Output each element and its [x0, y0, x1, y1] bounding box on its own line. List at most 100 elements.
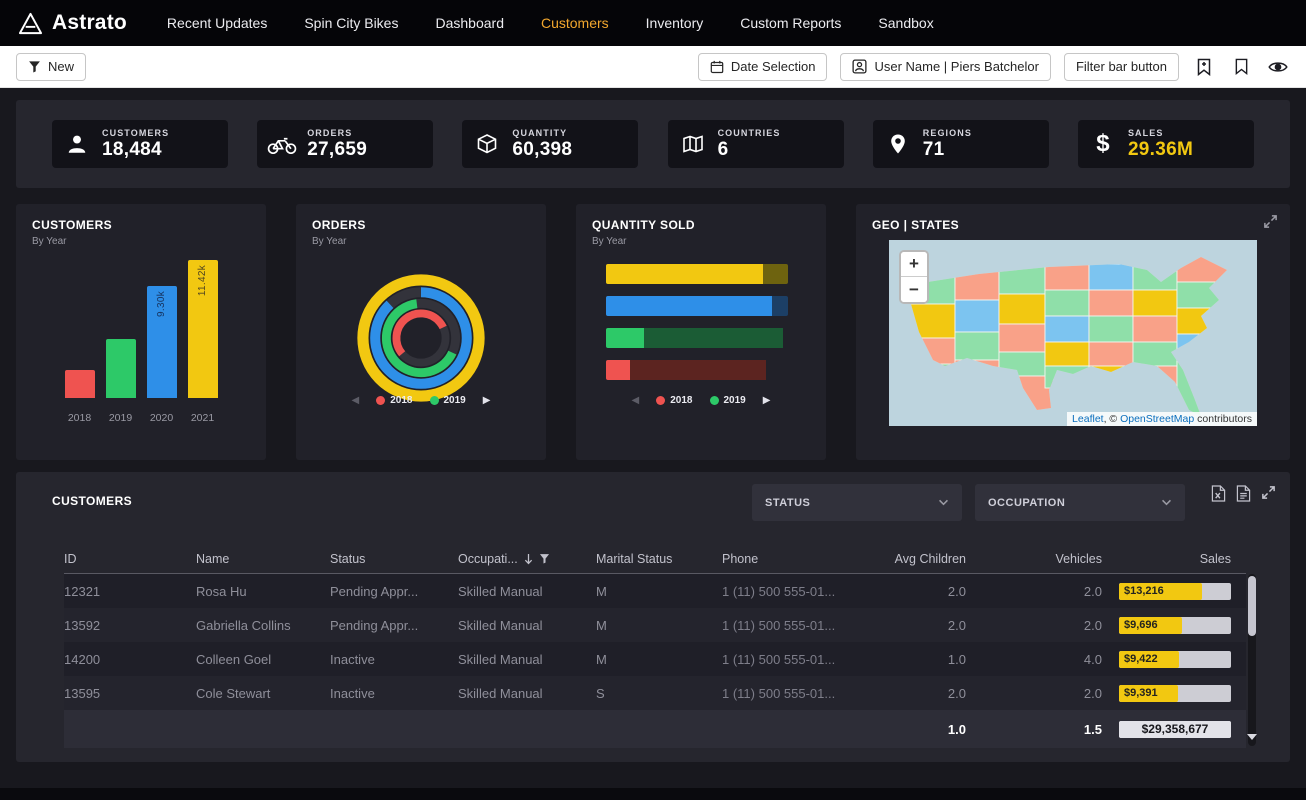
chart-legend: ◀ 2018 2019 ▶	[296, 395, 546, 406]
nav-item-inventory[interactable]: Inventory	[646, 15, 704, 31]
cell-sales: $9,391	[1102, 685, 1231, 702]
scroll-down-icon[interactable]	[1247, 734, 1257, 740]
export-excel-button[interactable]	[1211, 485, 1226, 507]
kpi-card-customers: CUSTOMERS18,484	[52, 120, 228, 168]
customers-by-year-chart: CUSTOMERS By Year 9.30k 11.42k 2018 2019…	[16, 204, 266, 460]
col-header-status[interactable]: Status	[330, 552, 458, 566]
customers-table-widget: CUSTOMERS STATUS OCCUPATION	[16, 472, 1290, 762]
dropdown-label: OCCUPATION	[988, 497, 1065, 509]
brand-name: Astrato	[52, 11, 127, 35]
user-badge-icon	[852, 59, 867, 74]
bar-2021[interactable]: 11.42k	[188, 260, 218, 398]
col-header-sales[interactable]: Sales	[1102, 552, 1231, 566]
legend-item-2019[interactable]: 2019	[430, 395, 466, 406]
kpi-label: ORDERS	[307, 128, 367, 138]
view-button[interactable]	[1266, 55, 1290, 79]
us-states-map[interactable]: + − Leaflet, © OpenStreetMap contributor…	[889, 240, 1257, 426]
col-header-vehicles[interactable]: Vehicles	[966, 552, 1102, 566]
col-header-name[interactable]: Name	[196, 552, 330, 566]
kpi-value: 29.36M	[1128, 139, 1193, 161]
cell-marital: M	[596, 652, 722, 667]
table-scrollbar[interactable]	[1248, 574, 1256, 746]
date-selection-button[interactable]: Date Selection	[698, 53, 828, 81]
bar-2019[interactable]	[106, 339, 136, 398]
col-header-occupation[interactable]: Occupati...	[458, 552, 596, 566]
legend-item-2018[interactable]: 2018	[376, 395, 412, 406]
legend-label: 2019	[444, 395, 466, 406]
legend-dot	[656, 396, 665, 405]
column-filter-icon[interactable]	[539, 553, 550, 564]
col-header-phone[interactable]: Phone	[722, 552, 862, 566]
legend-prev-icon[interactable]: ◀	[632, 395, 640, 406]
occupation-filter-dropdown[interactable]: OCCUPATION	[975, 484, 1185, 521]
sales-bar: $9,696	[1119, 617, 1231, 634]
table-row[interactable]: 12321 Rosa Hu Pending Appr... Skilled Ma…	[64, 574, 1246, 608]
donut-chart[interactable]	[354, 271, 488, 405]
hbar-2021[interactable]	[606, 264, 788, 284]
charts-row: CUSTOMERS By Year 9.30k 11.42k 2018 2019…	[16, 204, 1290, 460]
bar-2020[interactable]: 9.30k	[147, 286, 177, 398]
bar-2018[interactable]	[65, 370, 95, 398]
package-icon	[462, 133, 512, 155]
total-avg-children: 1.0	[862, 722, 966, 737]
table-title: CUSTOMERS	[52, 494, 132, 508]
cell-marital: M	[596, 584, 722, 599]
cell-vehicles: 2.0	[966, 686, 1102, 701]
filter-bar-button[interactable]: Filter bar button	[1064, 53, 1179, 81]
legend-prev-icon[interactable]: ◀	[352, 395, 360, 406]
kpi-card-countries: COUNTRIES6	[668, 120, 844, 168]
cell-avg-children: 2.0	[862, 686, 966, 701]
scrollbar-thumb[interactable]	[1248, 576, 1256, 636]
legend-item-2019[interactable]: 2019	[710, 395, 746, 406]
calendar-icon	[710, 60, 724, 74]
bookmark-add-button[interactable]	[1192, 55, 1216, 79]
filter-bar-label: Filter bar button	[1076, 59, 1167, 74]
table-totals-row: 1.0 1.5 $29,358,677	[64, 710, 1246, 748]
sort-desc-icon[interactable]	[524, 553, 533, 565]
hbar-2020[interactable]	[606, 296, 788, 316]
table-row[interactable]: 13595 Cole Stewart Inactive Skilled Manu…	[64, 676, 1246, 710]
astrato-app: Astrato Recent Updates Spin City Bikes D…	[0, 0, 1306, 800]
funnel-icon	[28, 60, 41, 73]
status-filter-dropdown[interactable]: STATUS	[752, 484, 962, 521]
new-filter-button[interactable]: New	[16, 53, 86, 81]
nav-item-custom-reports[interactable]: Custom Reports	[740, 15, 841, 31]
document-icon	[1236, 485, 1251, 502]
cell-avg-children: 2.0	[862, 618, 966, 633]
export-file-button[interactable]	[1236, 485, 1251, 507]
nav-item-customers[interactable]: Customers	[541, 15, 609, 31]
cell-id: 13595	[64, 686, 196, 701]
nav-item-recent-updates[interactable]: Recent Updates	[167, 15, 267, 31]
brand[interactable]: Astrato	[18, 11, 127, 36]
legend-next-icon[interactable]: ▶	[483, 395, 491, 406]
hbar-2018[interactable]	[606, 360, 788, 380]
col-header-avg-children[interactable]: Avg Children	[862, 552, 966, 566]
cell-marital: S	[596, 686, 722, 701]
legend-next-icon[interactable]: ▶	[763, 395, 771, 406]
col-header-id[interactable]: ID	[64, 552, 196, 566]
legend-item-2018[interactable]: 2018	[656, 395, 692, 406]
attribution-separator: , ©	[1104, 413, 1121, 425]
kpi-card-quantity: QUANTITY60,398	[462, 120, 638, 168]
table-actions	[1211, 485, 1276, 507]
col-header-marital-status[interactable]: Marital Status	[596, 552, 722, 566]
zoom-in-button[interactable]: +	[901, 252, 927, 277]
customers-table: ID Name Status Occupati... Marital Statu…	[64, 544, 1246, 748]
osm-link[interactable]: OpenStreetMap	[1120, 413, 1194, 425]
zoom-out-button[interactable]: −	[901, 277, 927, 302]
user-button[interactable]: User Name | Piers Batchelor	[840, 53, 1051, 81]
leaflet-link[interactable]: Leaflet	[1072, 413, 1104, 425]
hbar-2019[interactable]	[606, 328, 788, 348]
nav-item-sandbox[interactable]: Sandbox	[878, 15, 933, 31]
expand-icon[interactable]	[1263, 214, 1278, 234]
table-row[interactable]: 13592 Gabriella Collins Pending Appr... …	[64, 608, 1246, 642]
table-row[interactable]: 14200 Colleen Goel Inactive Skilled Manu…	[64, 642, 1246, 676]
bookmark-button[interactable]	[1229, 55, 1253, 79]
map-icon	[668, 134, 718, 154]
kpi-card-regions: REGIONS71	[873, 120, 1049, 168]
nav-item-spin-city-bikes[interactable]: Spin City Bikes	[304, 15, 398, 31]
bar-value-label: 11.42k	[197, 265, 208, 296]
ring-2021[interactable]	[363, 280, 479, 396]
table-expand-button[interactable]	[1261, 485, 1276, 507]
nav-item-dashboard[interactable]: Dashboard	[435, 15, 504, 31]
